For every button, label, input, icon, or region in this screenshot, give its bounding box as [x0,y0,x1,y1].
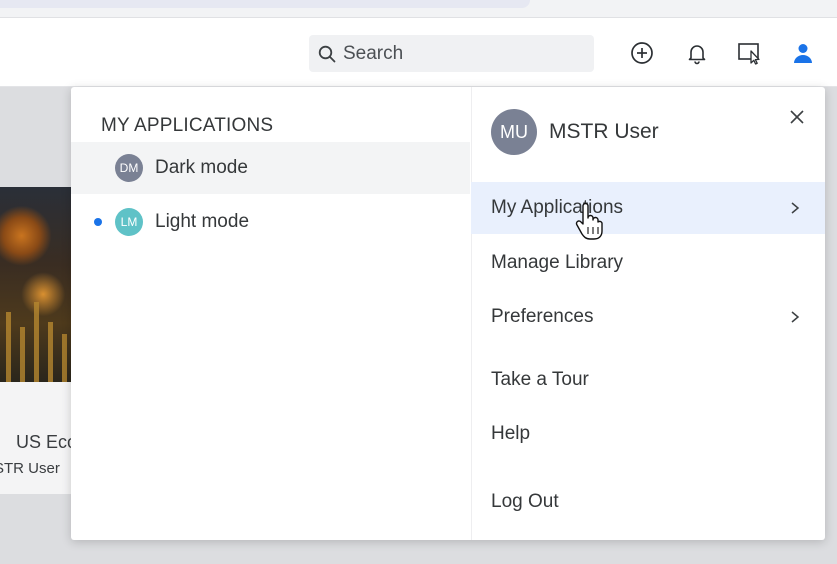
top-header: Search [0,18,837,87]
menu-item-label: My Applications [491,197,624,218]
search-box[interactable]: Search [309,35,594,72]
app-avatar: DM [115,154,143,182]
browser-strip [0,0,837,18]
search-placeholder: Search [343,42,404,64]
avatar: MU [491,109,537,155]
menu-item-label: Preferences [491,306,594,327]
user-icon[interactable] [790,40,816,66]
chevron-right-icon [791,202,800,214]
account-popup: MY APPLICATIONS DM Dark mode LM Light mo… [71,87,825,540]
applications-panel: MY APPLICATIONS DM Dark mode LM Light mo… [71,87,472,540]
app-label: Light mode [155,211,250,232]
current-app-indicator [94,218,102,226]
app-avatar: LM [115,208,143,236]
bell-icon[interactable] [684,40,710,66]
menu-item-label: Take a Tour [491,369,589,390]
search-icon [318,45,336,62]
menu-item-take-a-tour[interactable]: Take a Tour [471,354,825,406]
app-item-light-mode[interactable]: LM Light mode [71,196,470,248]
chevron-right-icon [791,311,800,323]
address-bar-edge [0,0,530,8]
menu-item-label: Help [491,423,531,444]
dossier-title: US Eco [16,432,78,452]
close-icon[interactable] [787,107,807,127]
dossier-owner: STR User [0,460,66,477]
user-name: MSTR User [549,120,659,143]
dossier-owner-text: STR User [0,460,60,477]
present-mode-icon[interactable] [737,40,763,66]
add-circle-icon[interactable] [629,40,655,66]
menu-item-my-applications[interactable]: My Applications [471,182,825,234]
menu-item-label: Log Out [491,491,559,512]
menu-item-manage-library[interactable]: Manage Library [471,237,825,289]
app-item-dark-mode[interactable]: DM Dark mode [71,142,470,194]
applications-heading: MY APPLICATIONS [101,115,274,136]
menu-item-preferences[interactable]: Preferences [471,291,825,343]
menu-item-help[interactable]: Help [471,408,825,460]
app-label: Dark mode [155,157,248,178]
dossier-thumbnail[interactable] [0,187,72,382]
menu-item-log-out[interactable]: Log Out [471,476,825,528]
account-menu: MU MSTR User My Applications Manage Libr… [471,87,825,540]
menu-item-label: Manage Library [491,252,624,273]
